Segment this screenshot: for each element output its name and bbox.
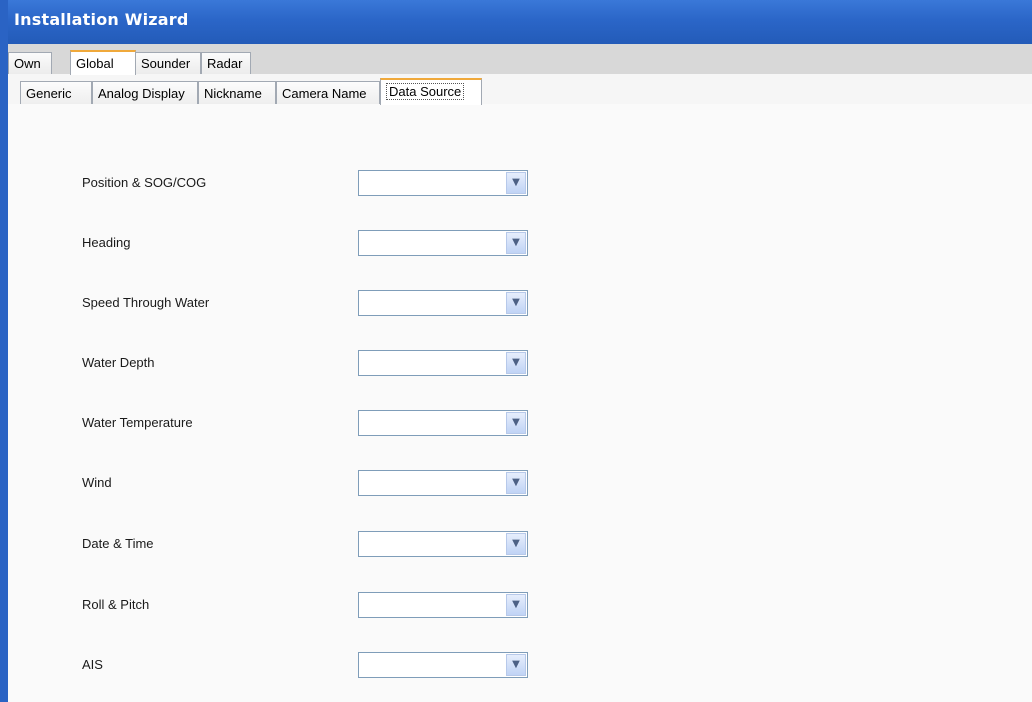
tab-label: Generic — [26, 86, 72, 101]
tab-nickname[interactable]: Nickname — [198, 81, 276, 104]
field-label: Water Depth — [82, 355, 155, 370]
chevron-down-icon[interactable]: ▼ — [506, 472, 526, 494]
date-time-dropdown[interactable]: ▼ — [358, 531, 528, 557]
tab-label: Data Source — [386, 83, 465, 100]
field-label: Speed Through Water — [82, 295, 210, 310]
tab-data-source[interactable]: Data Source — [380, 78, 482, 105]
tab-label: Nickname — [204, 86, 262, 101]
tab-label: Camera Name — [282, 86, 367, 101]
field-label: Roll & Pitch — [82, 597, 150, 612]
chevron-down-icon[interactable]: ▼ — [506, 533, 526, 555]
chevron-down-icon[interactable]: ▼ — [506, 594, 526, 616]
chevron-down-icon[interactable]: ▼ — [506, 292, 526, 314]
tab-radar[interactable]: Radar — [201, 52, 251, 74]
tab-camera-name[interactable]: Camera Name — [276, 81, 380, 104]
speed-through-water-dropdown[interactable]: ▼ — [358, 290, 528, 316]
field-row: Water Depth ▼ — [8, 350, 1032, 376]
tab-label: Sounder — [141, 56, 191, 71]
water-depth-dropdown[interactable]: ▼ — [358, 350, 528, 376]
water-temperature-dropdown[interactable]: ▼ — [358, 410, 528, 436]
title-bar[interactable]: Installation Wizard — [8, 0, 1032, 44]
field-label: Date & Time — [82, 536, 154, 551]
field-row: Heading ▼ — [8, 230, 1032, 256]
tab-analog-display[interactable]: Analog Display — [92, 81, 198, 104]
window-title: Installation Wizard — [14, 10, 189, 29]
chevron-down-icon[interactable]: ▼ — [506, 412, 526, 434]
data-source-panel: Position & SOG/COG ▼ Heading ▼ Speed Thr… — [8, 104, 1032, 702]
installation-wizard-window: Installation Wizard Own Global Sounder R… — [0, 0, 1032, 702]
tab-label: Own — [14, 56, 41, 71]
tab-label: Global — [76, 56, 114, 71]
field-row: Roll & Pitch ▼ — [8, 592, 1032, 618]
secondary-tab-bar: Generic Analog Display Nickname Camera N… — [8, 74, 1032, 105]
field-row: Speed Through Water ▼ — [8, 290, 1032, 316]
primary-tab-bar: Own Global Sounder Radar — [8, 50, 1032, 75]
position-sog-cog-dropdown[interactable]: ▼ — [358, 170, 528, 196]
heading-dropdown[interactable]: ▼ — [358, 230, 528, 256]
field-row: Wind ▼ — [8, 470, 1032, 496]
field-row: AIS ▼ — [8, 652, 1032, 678]
tab-sounder[interactable]: Sounder — [135, 52, 201, 74]
chevron-down-icon[interactable]: ▼ — [506, 232, 526, 254]
wind-dropdown[interactable]: ▼ — [358, 470, 528, 496]
field-label: AIS — [82, 657, 103, 672]
chevron-down-icon[interactable]: ▼ — [506, 172, 526, 194]
field-row: Position & SOG/COG ▼ — [8, 170, 1032, 196]
tab-label: Radar — [207, 56, 243, 71]
tab-label: Analog Display — [98, 86, 185, 101]
tab-own[interactable]: Own — [8, 52, 52, 74]
field-label: Water Temperature — [82, 415, 193, 430]
roll-pitch-dropdown[interactable]: ▼ — [358, 592, 528, 618]
field-label: Position & SOG/COG — [82, 175, 207, 190]
chevron-down-icon[interactable]: ▼ — [506, 352, 526, 374]
tab-global[interactable]: Global — [70, 50, 136, 75]
field-label: Wind — [82, 475, 112, 490]
chevron-down-icon[interactable]: ▼ — [506, 654, 526, 676]
field-row: Date & Time ▼ — [8, 531, 1032, 557]
field-label: Heading — [82, 235, 131, 250]
tab-generic[interactable]: Generic — [20, 81, 92, 104]
field-row: Water Temperature ▼ — [8, 410, 1032, 436]
ais-dropdown[interactable]: ▼ — [358, 652, 528, 678]
